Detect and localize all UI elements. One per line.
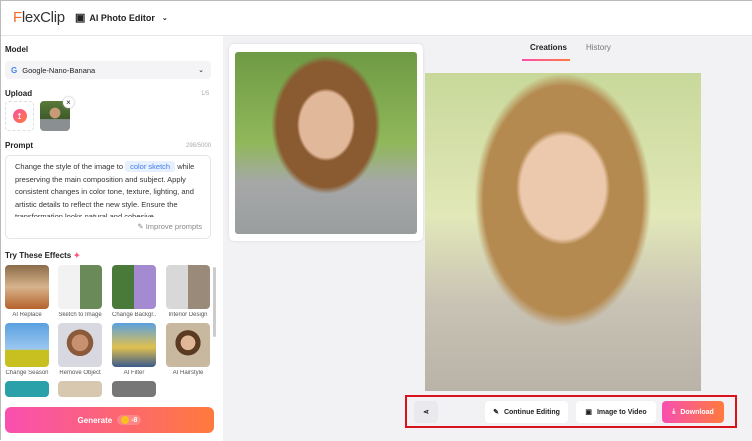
sparkle-icon: ✎ [137, 221, 146, 231]
upload-button[interactable]: ↥ [5, 101, 34, 131]
pencil-icon: ✎ [493, 409, 499, 416]
photo-edit-icon: ▣ [75, 12, 86, 24]
coin-icon [121, 416, 130, 424]
generated-image[interactable] [425, 73, 701, 391]
credit-cost: -8 [117, 415, 142, 425]
upload-icon: ↥ [12, 109, 27, 123]
sparkle-icon: ✦ [73, 251, 81, 260]
chevron-down-icon: ⌄ [198, 67, 204, 74]
flexclip-logo[interactable]: FlexClip [13, 9, 65, 26]
video-icon: ▣ [585, 409, 592, 416]
source-image [235, 52, 417, 234]
image-to-video-button[interactable]: ▣ Image to Video [576, 401, 656, 423]
prompt-label: Prompt [5, 141, 33, 150]
generate-button[interactable]: Generate -8 [5, 407, 214, 433]
model-select[interactable]: G Google-Nano-Banana ⌄ [5, 61, 211, 79]
share-button[interactable]: ⋖ [414, 401, 438, 423]
close-icon: × [66, 98, 71, 107]
active-tab-indicator [522, 59, 570, 61]
remove-image-button[interactable]: × [63, 97, 74, 108]
effect-change-background[interactable]: Change Backgr... [112, 265, 156, 318]
prompt-input[interactable]: Change the style of the image to color s… [5, 155, 211, 239]
effects-heading: Try These Effects ✦ [5, 251, 81, 260]
download-icon: ⤓ [672, 408, 676, 415]
effect-ai-filter[interactable]: AI Filter [112, 323, 156, 376]
upload-label: Upload [5, 89, 33, 98]
tab-history[interactable]: History [586, 43, 611, 52]
source-image-card [229, 44, 423, 241]
effect-interior-design[interactable]: Interior Design [166, 265, 210, 318]
model-label: Model [5, 45, 29, 54]
continue-editing-button[interactable]: ✎ Continue Editing [485, 401, 568, 423]
effect-remove-object[interactable]: Remove Object [58, 323, 102, 376]
effect-ai-hairstyle[interactable]: AI Hairstyle [166, 323, 210, 376]
share-icon: ⋖ [423, 409, 429, 416]
app-header: FlexClip ▣ AI Photo Editor ⌄ [1, 1, 752, 36]
ai-photo-editor-menu[interactable]: ▣ AI Photo Editor ⌄ [75, 11, 168, 24]
tab-creations[interactable]: Creations [530, 43, 567, 52]
effect-ai-replace[interactable]: AI Replace [5, 265, 49, 318]
style-chip[interactable]: color sketch [125, 161, 176, 172]
google-icon: G [11, 65, 18, 75]
download-button[interactable]: ⤓ Download [662, 401, 724, 423]
upload-count: 1/5 [201, 91, 210, 97]
effect-more-2[interactable] [58, 381, 102, 397]
improve-prompts-button[interactable]: ✎ Improve prompts [137, 221, 202, 234]
chevron-down-icon: ⌄ [161, 14, 168, 22]
effect-more-1[interactable] [5, 381, 49, 397]
effects-scrollbar[interactable] [213, 267, 216, 337]
effect-more-3[interactable] [112, 381, 156, 397]
effect-change-season[interactable]: Change Season [5, 323, 49, 376]
effect-sketch-to-image[interactable]: Sketch to Image [58, 265, 102, 318]
prompt-count: 298/5000 [186, 143, 212, 149]
